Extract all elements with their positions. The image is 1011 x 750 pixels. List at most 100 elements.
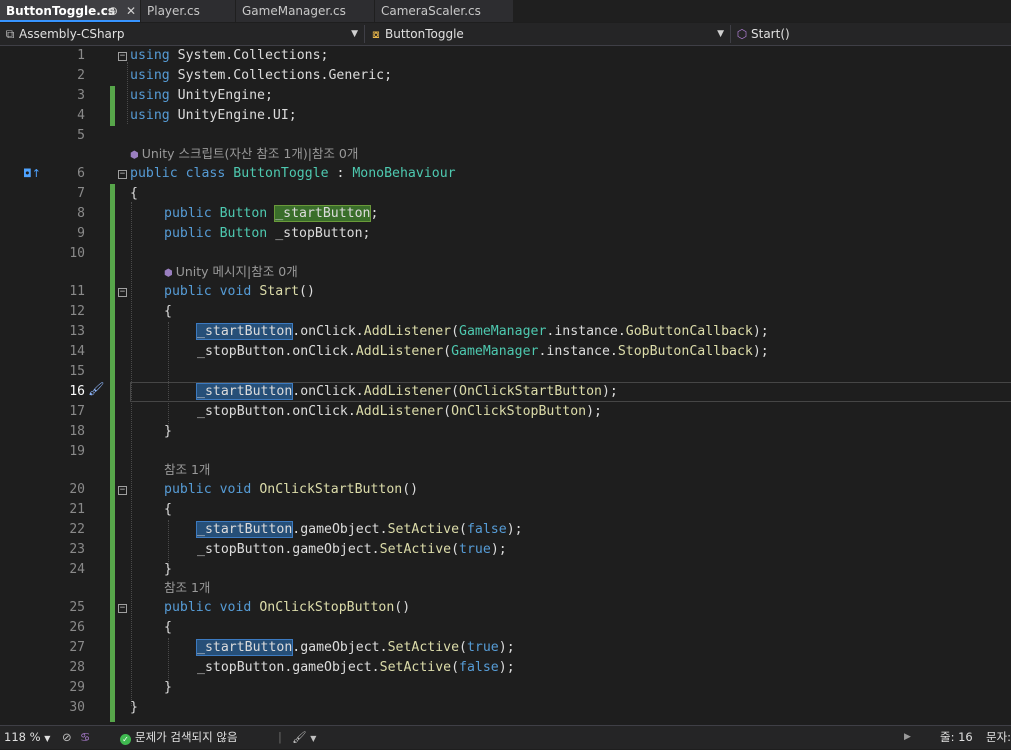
navigation-bar: ⧉ Assembly-CSharp ▼ ⧇ ButtonToggle ▼ ⬡ Star… [0, 23, 1011, 46]
line-number: 14 [69, 344, 85, 359]
codelens-references[interactable]: 참조 1개 [164, 461, 210, 479]
line-number: 22 [69, 522, 85, 537]
line-number: 29 [69, 680, 85, 695]
line-number: 4 [77, 108, 85, 123]
copilot-icon[interactable]: ⊘ [62, 726, 72, 748]
line-number: 2 [77, 68, 85, 83]
codelens-class-references[interactable]: ⬢ Unity 스크립트(자산 참조 1개)|참조 0개 [130, 145, 358, 165]
code-line-12: { [164, 304, 172, 319]
line-number: 30 [69, 700, 85, 715]
change-indicator [110, 184, 115, 722]
codelens-unity-message[interactable]: ⬢ Unity 메시지|참조 0개 [164, 263, 298, 283]
document-tab-bar: ButtonToggle.cs ⊕ ✕ Player.cs GameManage… [0, 0, 1011, 22]
check-icon: ✓ [120, 734, 131, 745]
close-icon[interactable]: ✕ [126, 0, 136, 20]
tab-buttontoggle[interactable]: ButtonToggle.cs ⊕ ✕ [0, 0, 140, 22]
indent-guide [127, 62, 128, 124]
tab-label: CameraScaler.cs [381, 4, 481, 18]
method-icon: ⬡ [736, 27, 748, 41]
code-line-14: _stopButton.onClick.AddListener(GameMana… [197, 344, 769, 359]
class-label: ButtonToggle [385, 27, 464, 41]
line-number: 18 [69, 424, 85, 439]
class-icon: ⧇ [372, 27, 380, 41]
class-dropdown[interactable]: ⧇ ButtonToggle ▼ [366, 25, 731, 43]
member-label: Start() [751, 27, 790, 41]
line-number: 1 [77, 48, 85, 63]
code-line-21: { [164, 502, 172, 517]
indent-guide [168, 322, 169, 428]
char-indicator: 문자: [986, 730, 1011, 744]
indent-guide [131, 202, 132, 706]
codelens-references[interactable]: 참조 1개 [164, 579, 210, 597]
project-dropdown[interactable]: ⧉ Assembly-CSharp ▼ [0, 25, 365, 43]
code-line-11: public void Start() [164, 284, 315, 299]
line-number: 5 [77, 128, 85, 143]
line-number: 16 [69, 384, 85, 399]
code-line-24: } [164, 562, 172, 577]
collapse-icon[interactable]: − [118, 52, 127, 61]
chevron-down-icon: ▼ [351, 29, 358, 39]
member-dropdown[interactable]: ⬡ Start() [732, 25, 1011, 43]
line-number: 7 [77, 186, 85, 201]
code-line-28: _stopButton.gameObject.SetActive(false); [197, 660, 515, 675]
pin-icon[interactable]: ⊕ [108, 0, 118, 20]
intellicode-icon[interactable]: ♋ [80, 726, 90, 748]
code-line-1: using System.Collections; [130, 48, 329, 63]
line-number: 28 [69, 660, 85, 675]
code-line-22: _startButton.gameObject.SetActive(false)… [195, 521, 523, 538]
code-line-18: } [164, 424, 172, 439]
line-indicator: 줄: 16 [940, 730, 973, 744]
code-line-9: public Button _stopButton; [164, 226, 371, 241]
zoom-dropdown[interactable]: 118 % ▼ [4, 726, 50, 748]
scroll-right-icon[interactable]: ▶ [904, 726, 911, 748]
code-line-7: { [130, 186, 138, 201]
tab-label: Player.cs [147, 4, 200, 18]
collapse-icon[interactable]: − [118, 288, 127, 297]
code-line-25: public void OnClickStopButton() [164, 600, 411, 615]
tab-player[interactable]: Player.cs [141, 0, 235, 22]
line-number: 12 [69, 304, 85, 319]
code-line-13: _startButton.onClick.AddListener(GameMan… [195, 323, 769, 340]
code-line-2: using System.Collections.Generic; [130, 68, 393, 83]
line-number: 15 [69, 364, 85, 379]
code-line-20: public void OnClickStartButton() [164, 482, 419, 497]
line-number: 21 [69, 502, 85, 517]
line-number: 11 [69, 284, 85, 299]
quick-action-brush-icon[interactable]: 🖌 [88, 382, 105, 397]
project-label: Assembly-CSharp [19, 27, 125, 41]
line-number: 23 [69, 542, 85, 557]
code-line-3: using UnityEngine; [130, 88, 273, 103]
collapse-icon[interactable]: − [118, 170, 127, 179]
code-line-23: _stopButton.gameObject.SetActive(true); [197, 542, 507, 557]
line-number: 25 [69, 600, 85, 615]
code-line-4: using UnityEngine.UI; [130, 108, 297, 123]
line-number: 3 [77, 88, 85, 103]
line-number: 17 [69, 404, 85, 419]
chevron-down-icon: ▼ [717, 29, 724, 39]
line-number: 9 [77, 226, 85, 241]
class-override-icon[interactable]: ◘↑ [23, 167, 41, 180]
unity-icon: ⬢ [130, 150, 139, 161]
line-number: 8 [77, 206, 85, 221]
collapse-icon[interactable]: − [118, 486, 127, 495]
code-line-17: _stopButton.onClick.AddListener(OnClickS… [197, 404, 602, 419]
code-cleanup-brush-icon[interactable]: 🖌 ▼ [292, 726, 316, 748]
tab-gamemanager[interactable]: GameManager.cs [236, 0, 374, 22]
issues-indicator[interactable]: ✓ 문제가 검색되지 않음 [120, 726, 238, 748]
code-line-6: public class ButtonToggle : MonoBehaviou… [130, 166, 456, 181]
code-editor[interactable]: 1 2 3 4 5 6 7 8 9 10 11 12 13 14 15 16 17 18 19 20 21 22 23 24 2… [0, 46, 1011, 724]
status-bar: 118 % ▼ ⊘ ♋ ✓ 문제가 검색되지 않음 | 🖌 ▼ ▶ 줄: 16 문… [0, 725, 1011, 749]
code-line-29: } [164, 680, 172, 695]
code-line-30: } [130, 700, 138, 715]
line-number: 19 [69, 444, 85, 459]
change-indicator [110, 86, 115, 126]
code-line-8: public Button _startButton; [164, 205, 379, 222]
chevron-down-icon: ▼ [44, 734, 51, 743]
line-number: 6 [77, 166, 85, 181]
code-line-26: { [164, 620, 172, 635]
tab-camerascaler[interactable]: CameraScaler.cs [375, 0, 513, 22]
project-icon: ⧉ [5, 27, 15, 41]
collapse-icon[interactable]: − [118, 604, 127, 613]
line-number: 27 [69, 640, 85, 655]
line-number: 26 [69, 620, 85, 635]
